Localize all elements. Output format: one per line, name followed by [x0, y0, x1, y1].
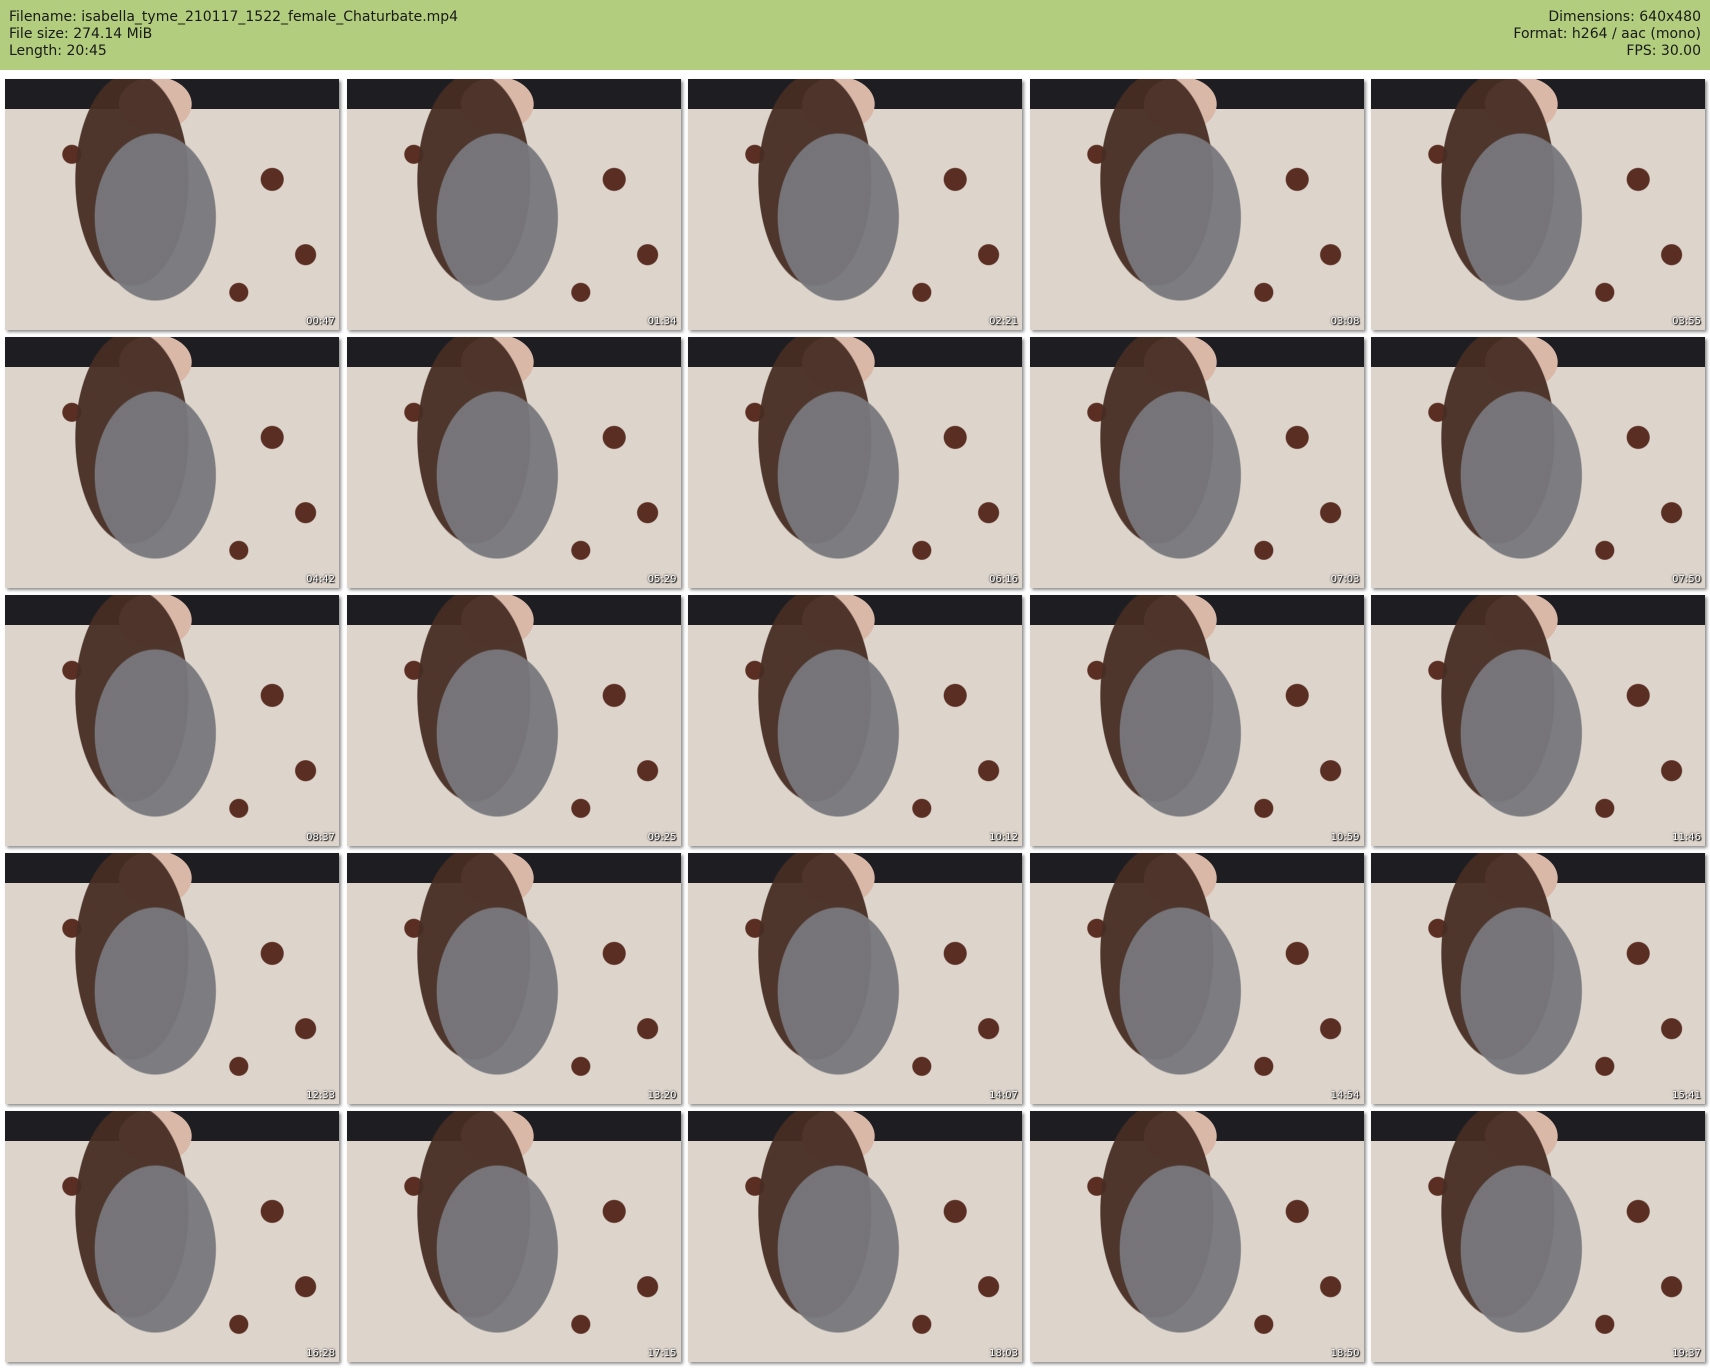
video-thumbnail: 14:07	[688, 853, 1022, 1104]
video-thumbnail: 15:41	[1371, 853, 1705, 1104]
file-size: File size: 274.14 MiB	[9, 26, 153, 42]
video-thumbnail: 08:37	[5, 595, 339, 846]
timestamp: 10:59	[1330, 832, 1360, 843]
video-thumbnail: 05:29	[346, 337, 681, 588]
format: Format: h264 / aac (mono)	[1513, 26, 1701, 42]
video-thumbnail: 06:16	[688, 337, 1022, 588]
timestamp: 03:08	[1330, 316, 1360, 327]
video-thumbnail: 03:08	[1029, 79, 1364, 330]
video-thumbnail: 14:54	[1029, 853, 1364, 1104]
video-thumbnail: 10:59	[1029, 595, 1364, 846]
video-thumbnail: 04:42	[5, 337, 339, 588]
video-thumbnail: 16:28	[5, 1111, 339, 1362]
video-thumbnail: 07:50	[1371, 337, 1705, 588]
video-thumbnail: 13:20	[346, 853, 681, 1104]
timestamp: 09:25	[647, 832, 677, 843]
timestamp: 11:46	[1672, 832, 1701, 843]
timestamp: 18:03	[989, 1348, 1018, 1359]
video-thumbnail: 18:03	[688, 1111, 1022, 1362]
timestamp: 14:54	[1330, 1090, 1360, 1101]
file-info-right: Dimensions: 640x480 Format: h264 / aac (…	[1513, 9, 1701, 60]
video-thumbnail: 07:03	[1029, 337, 1364, 588]
timestamp: 18:50	[1330, 1348, 1360, 1359]
timestamp: 08:37	[306, 832, 335, 843]
timestamp: 07:50	[1672, 574, 1701, 585]
timestamp: 12:33	[306, 1090, 335, 1101]
length: Length: 20:45	[9, 43, 107, 59]
filename: Filename: isabella_tyme_210117_1522_fema…	[9, 9, 459, 25]
timestamp: 03:55	[1672, 316, 1701, 327]
timestamp: 01:34	[647, 316, 677, 327]
video-thumbnail: 11:46	[1371, 595, 1705, 846]
video-thumbnail: 01:34	[346, 79, 681, 330]
video-thumbnail: 00:47	[5, 79, 339, 330]
video-thumbnail: 17:15	[346, 1111, 681, 1362]
timestamp: 17:15	[647, 1348, 677, 1359]
timestamp: 13:20	[647, 1090, 677, 1101]
fps: FPS: 30.00	[1626, 43, 1701, 59]
timestamp: 15:41	[1672, 1090, 1701, 1101]
video-thumbnail: 09:25	[346, 595, 681, 846]
timestamp: 07:03	[1330, 574, 1360, 585]
video-thumbnail: 10:12	[688, 595, 1022, 846]
video-thumbnail: 03:55	[1371, 79, 1705, 330]
timestamp: 19:37	[1672, 1348, 1701, 1359]
timestamp: 06:16	[989, 574, 1018, 585]
timestamp: 05:29	[647, 574, 677, 585]
video-thumbnail: 19:37	[1371, 1111, 1705, 1362]
timestamp: 04:42	[306, 574, 335, 585]
video-thumbnail: 18:50	[1029, 1111, 1364, 1362]
timestamp: 16:28	[306, 1348, 335, 1359]
thumbnail-grid: 00:47 01:34 02:21 03:08 03:55 04:42 05:29 06:16…	[5, 79, 1705, 1362]
file-info-left: Filename: isabella_tyme_210117_1522_fema…	[9, 9, 458, 60]
video-thumbnail: 02:21	[688, 79, 1022, 330]
timestamp: 02:21	[989, 316, 1018, 327]
info-header: Filename: isabella_tyme_210117_1522_fema…	[0, 0, 1710, 70]
timestamp: 14:07	[989, 1090, 1018, 1101]
timestamp: 10:12	[989, 832, 1018, 843]
timestamp: 00:47	[306, 316, 335, 327]
video-thumbnail: 12:33	[5, 853, 339, 1104]
dimensions: Dimensions: 640x480	[1548, 9, 1701, 25]
